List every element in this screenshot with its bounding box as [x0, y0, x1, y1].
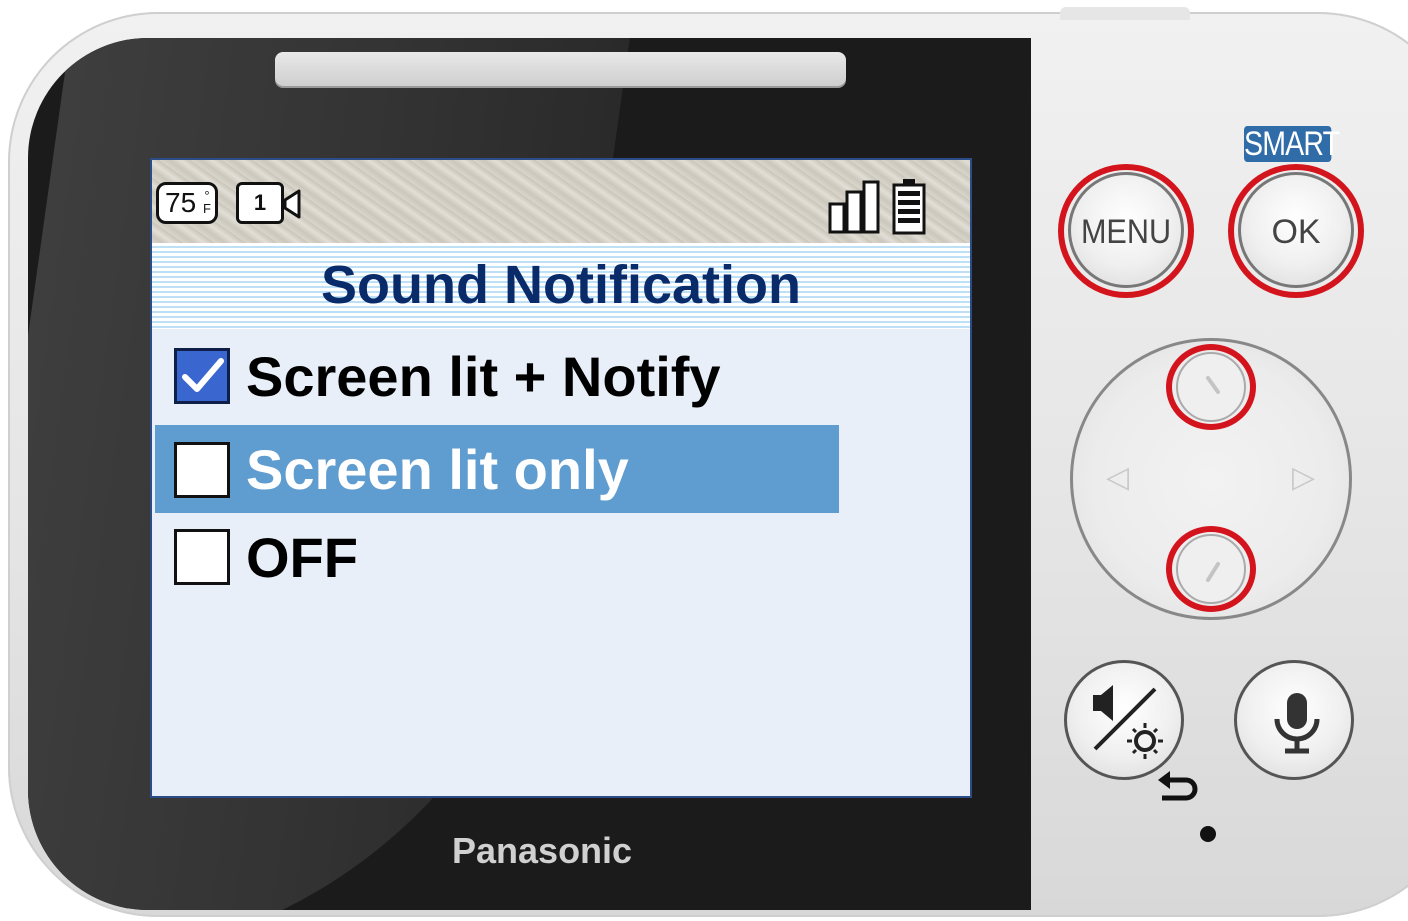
signal-bars-icon [828, 180, 880, 234]
temperature-value: 75 [165, 187, 197, 218]
down-button[interactable] [1176, 534, 1246, 604]
temperature-unit: ° F [203, 189, 211, 215]
option-off[interactable]: OFF [155, 515, 839, 603]
right-arrow-icon[interactable]: ▷ [1292, 460, 1315, 495]
option-label: Screen lit + Notify [246, 345, 721, 408]
microphone-icon [1274, 693, 1320, 754]
left-arrow-icon[interactable]: ◁ [1106, 460, 1129, 495]
temperature-unit-letter: F [203, 201, 211, 216]
brand-logo: Panasonic [452, 830, 633, 871]
lcd-screen: 75 ° F 1 Sound Notification Screen lit +… [152, 160, 970, 796]
option-screen-lit-notify[interactable]: Screen lit + Notify [155, 334, 839, 422]
back-arrow-icon [1158, 771, 1198, 801]
microphone-hole [1200, 826, 1216, 842]
option-screen-lit-only[interactable]: Screen lit only [155, 425, 839, 513]
talk-button[interactable] [1234, 660, 1354, 780]
camera-badge: 1 [236, 182, 308, 226]
checkbox-unchecked[interactable] [174, 529, 230, 585]
checkbox-unchecked[interactable] [174, 442, 230, 498]
battery-icon [892, 179, 926, 235]
menu-button-label: MENU [1080, 213, 1172, 251]
chevron-up-icon [1206, 376, 1220, 394]
camera-icon [283, 189, 301, 219]
menu-title: Sound Notification [321, 255, 801, 315]
ok-button[interactable]: OK [1238, 172, 1354, 288]
speaker-slot [275, 52, 846, 86]
smart-badge: SMART [1244, 125, 1340, 163]
temperature-badge: 75 ° F [156, 182, 218, 224]
top-ridge [1060, 6, 1190, 20]
camera-number: 1 [236, 182, 284, 224]
menu-button[interactable]: MENU [1068, 172, 1184, 288]
up-button[interactable] [1176, 352, 1246, 422]
menu-title-band: Sound Notification [152, 243, 970, 329]
volume-brightness-button[interactable] [1064, 660, 1184, 780]
chevron-down-icon [1206, 562, 1220, 582]
checkmark-icon [182, 358, 224, 392]
checkbox-checked[interactable] [174, 348, 230, 404]
option-label: OFF [246, 526, 358, 589]
volume-brightness-icon [1093, 685, 1163, 759]
ok-button-label: OK [1271, 213, 1321, 251]
option-label: Screen lit only [246, 438, 629, 501]
